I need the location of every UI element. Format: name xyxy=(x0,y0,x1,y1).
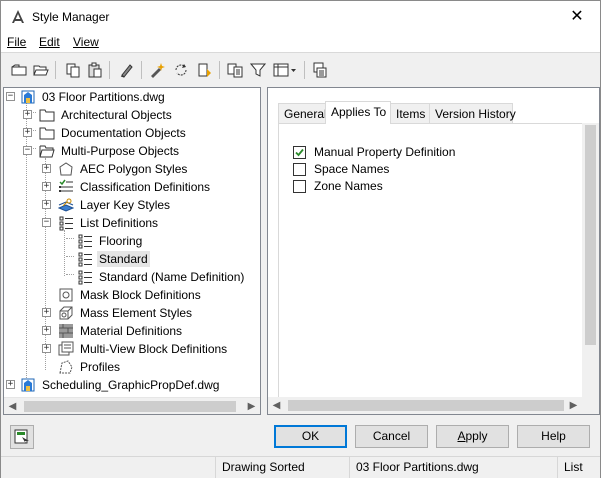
tab-applies-to[interactable]: Applies To xyxy=(325,101,391,124)
checkbox-unchecked[interactable] xyxy=(293,162,306,176)
tree-item-flooring[interactable]: Flooring xyxy=(6,232,144,250)
tree-item-classification-definitions[interactable]: + Classification Definitions xyxy=(6,178,212,196)
drawing-icon xyxy=(21,378,35,392)
drawing-browse-icon xyxy=(14,429,29,444)
folder-icon xyxy=(39,109,55,122)
applies-to-zone-names[interactable]: Zone Names xyxy=(293,178,383,194)
tree-item-standard[interactable]: Standard xyxy=(6,250,150,268)
list-icon xyxy=(78,270,92,285)
mask-block-icon xyxy=(59,288,73,302)
apply-button[interactable]: Apply xyxy=(436,425,509,448)
scroll-right-icon[interactable]: ▶ xyxy=(565,397,582,414)
new-icon[interactable] xyxy=(9,60,29,80)
title-bar: Style Manager ✕ xyxy=(1,1,600,33)
folder-icon xyxy=(39,127,55,140)
scroll-left-icon[interactable]: ◀ xyxy=(4,398,21,414)
scroll-thumb[interactable] xyxy=(585,125,596,345)
paste-icon[interactable] xyxy=(85,60,105,80)
tree-item-profiles[interactable]: Profiles xyxy=(6,358,122,376)
classification-icon xyxy=(59,179,73,192)
drawing-browse-button[interactable] xyxy=(10,425,34,449)
tree-item-aec-polygon-styles[interactable]: + AEC Polygon Styles xyxy=(6,160,189,178)
status-current-file: 03 Floor Partitions.dwg xyxy=(349,457,557,478)
list-icon xyxy=(59,216,73,231)
profile-icon xyxy=(59,360,73,374)
close-button[interactable]: ✕ xyxy=(554,1,600,33)
applies-to-list: Manual Property Definition Space Names Z… xyxy=(278,123,588,401)
cancel-button[interactable]: Cancel xyxy=(355,425,428,448)
tree-item-material-definitions[interactable]: + Material Definitions xyxy=(6,322,184,340)
material-icon xyxy=(59,324,73,338)
tree-item-mass-element-styles[interactable]: + Mass Element Styles xyxy=(6,304,194,322)
scroll-thumb[interactable] xyxy=(24,401,236,412)
right-vertical-scrollbar[interactable] xyxy=(582,123,599,401)
toolbar-separator xyxy=(109,61,110,79)
multi-view-block-icon xyxy=(58,341,74,356)
window-title: Style Manager xyxy=(32,10,110,24)
checkbox-checked[interactable] xyxy=(293,145,306,159)
applies-to-manual-property-definition[interactable]: Manual Property Definition xyxy=(293,144,455,160)
update-icon[interactable] xyxy=(194,60,214,80)
menu-view[interactable]: View xyxy=(73,35,99,49)
toggle-view-icon[interactable] xyxy=(225,60,245,80)
ok-button[interactable]: OK xyxy=(274,425,347,448)
toolbar-separator xyxy=(55,61,56,79)
drawing-icon xyxy=(21,90,35,104)
tree-item-architectural-objects[interactable]: + Architectural Objects xyxy=(6,106,174,124)
tree-item-documentation-objects[interactable]: + Documentation Objects xyxy=(6,124,188,142)
style-manager-icon xyxy=(12,10,24,23)
polygon-icon xyxy=(59,162,73,176)
scroll-thumb[interactable] xyxy=(288,400,564,411)
inbox-icon[interactable] xyxy=(310,60,330,80)
toolbar xyxy=(1,54,600,86)
tab-general[interactable]: General xyxy=(278,103,327,123)
status-bar: Drawing Sorted 03 Floor Partitions.dwg L… xyxy=(1,456,600,478)
properties-panel: General Applies To Items Version History… xyxy=(267,87,600,415)
toolbar-separator xyxy=(304,61,305,79)
view-options-icon[interactable] xyxy=(271,60,299,80)
checkbox-unchecked[interactable] xyxy=(293,179,306,193)
tree-item-multi-view-block-definitions[interactable]: + Multi-View Block Definitions xyxy=(6,340,229,358)
help-button[interactable]: Help xyxy=(517,425,590,448)
filter-icon[interactable] xyxy=(248,60,268,80)
tree-item-drawing[interactable]: − 03 Floor Partitions.dwg xyxy=(6,88,167,106)
right-horizontal-scrollbar[interactable]: ◀ ▶ xyxy=(268,397,599,414)
copy-icon[interactable] xyxy=(63,60,83,80)
style-manager-window: Style Manager ✕ File Edit View − 03 Floo… xyxy=(0,0,601,478)
scroll-right-icon[interactable]: ▶ xyxy=(243,398,260,414)
list-icon xyxy=(78,234,92,249)
tab-items[interactable]: Items xyxy=(390,103,430,123)
layer-key-icon xyxy=(58,198,74,212)
menu-bar: File Edit View xyxy=(1,33,600,53)
tree-item-multi-purpose-objects[interactable]: − Multi-Purpose Objects xyxy=(6,142,181,160)
tree-item-standard-name-definition[interactable]: Standard (Name Definition) xyxy=(6,268,246,286)
status-view-mode: List xyxy=(557,457,600,478)
toolbar-separator xyxy=(219,61,220,79)
folder-open-icon xyxy=(39,145,55,158)
scroll-left-icon[interactable]: ◀ xyxy=(268,397,285,414)
tab-version-history[interactable]: Version History xyxy=(429,103,516,123)
edit-style-icon[interactable] xyxy=(147,60,167,80)
tree-item-mask-block-definitions[interactable]: Mask Block Definitions xyxy=(6,286,203,304)
style-tree[interactable]: − 03 Floor Partitions.dwg + Architectura… xyxy=(3,87,261,415)
tree-item-scheduling-drawing[interactable]: + Scheduling_GraphicPropDef.dwg xyxy=(6,376,221,394)
menu-file[interactable]: File xyxy=(7,35,26,49)
tree-horizontal-scrollbar[interactable]: ◀ ▶ xyxy=(4,397,260,414)
applies-to-space-names[interactable]: Space Names xyxy=(293,161,389,177)
toolbar-separator xyxy=(141,61,142,79)
mass-element-icon xyxy=(59,306,73,320)
list-icon xyxy=(78,252,92,267)
open-icon[interactable] xyxy=(31,60,51,80)
purge-icon[interactable] xyxy=(117,60,137,80)
menu-edit[interactable]: Edit xyxy=(39,35,60,49)
tree-item-layer-key-styles[interactable]: + Layer Key Styles xyxy=(6,196,172,214)
status-sort: Drawing Sorted xyxy=(215,457,349,478)
synchronize-icon[interactable] xyxy=(171,60,191,80)
tree-item-list-definitions[interactable]: − List Definitions xyxy=(6,214,160,232)
